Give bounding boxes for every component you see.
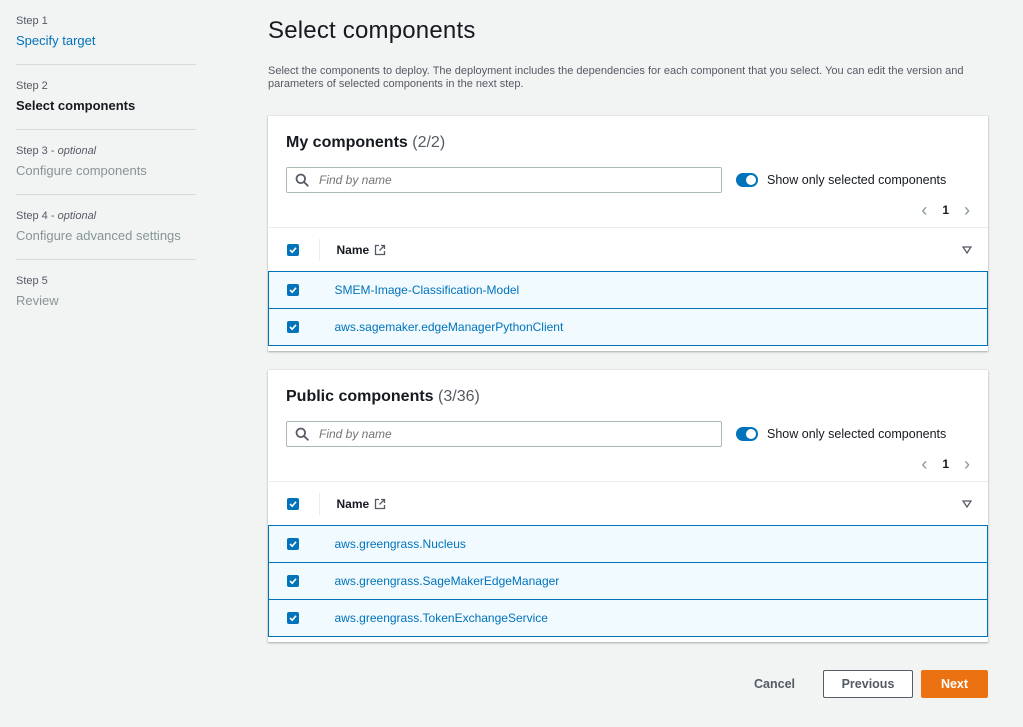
public-components-toggle[interactable]: Show only selected components xyxy=(736,427,946,441)
my-components-title: My components (2/2) xyxy=(286,134,446,151)
select-all-checkbox-cell xyxy=(269,482,319,526)
my-components-count: (2/2) xyxy=(412,134,446,151)
step-3-title: Configure components xyxy=(16,163,147,178)
sort-descending-icon[interactable] xyxy=(961,245,972,254)
cancel-button[interactable]: Cancel xyxy=(754,677,795,691)
public-components-search-input[interactable] xyxy=(319,427,699,441)
my-components-panel: My components (2/2) Show only selected c… xyxy=(268,116,988,351)
step-2-label: Step 2 xyxy=(16,80,48,92)
page-title: Select components xyxy=(268,17,476,44)
toggle-label: Show only selected components xyxy=(767,173,947,187)
sort-descending-icon[interactable] xyxy=(961,499,972,508)
step-1: Step 1 Specify target xyxy=(16,14,196,65)
component-link[interactable]: aws.greengrass.SageMakerEdgeManager xyxy=(318,562,988,600)
step-5: Step 5 Review xyxy=(16,274,196,324)
wizard-footer: Cancel Previous Next xyxy=(268,670,988,698)
chevron-left-icon[interactable]: ‹ xyxy=(921,455,927,473)
search-icon xyxy=(295,427,309,441)
page-number[interactable]: 1 xyxy=(942,457,949,471)
table-row[interactable]: aws.greengrass.Nucleus xyxy=(268,525,988,563)
row-checkbox[interactable] xyxy=(287,283,299,296)
step-1-link[interactable]: Specify target xyxy=(16,32,196,50)
component-link[interactable]: SMEM-Image-Classification-Model xyxy=(318,271,988,309)
my-components-pagination: ‹ 1 › xyxy=(268,198,988,222)
toggle-switch[interactable] xyxy=(736,427,758,441)
table-row[interactable]: aws.greengrass.TokenExchangeService xyxy=(268,599,988,637)
step-2-title: Select components xyxy=(16,98,136,113)
next-button[interactable]: Next xyxy=(921,670,988,698)
name-column-header[interactable]: Name xyxy=(318,228,988,272)
search-icon xyxy=(295,173,309,187)
component-link[interactable]: aws.greengrass.Nucleus xyxy=(318,525,988,563)
my-components-table: Name SMEM-Image-Classification-Model aws… xyxy=(268,227,988,346)
toggle-label: Show only selected components xyxy=(767,427,947,441)
public-components-table: Name aws.greengrass.Nucleus aws.greengra… xyxy=(268,481,988,637)
my-components-toggle[interactable]: Show only selected components xyxy=(736,173,946,187)
my-components-search[interactable] xyxy=(286,167,722,193)
chevron-left-icon[interactable]: ‹ xyxy=(921,201,927,219)
previous-button[interactable]: Previous xyxy=(823,670,913,698)
my-components-search-input[interactable] xyxy=(319,173,699,187)
table-row[interactable]: aws.greengrass.SageMakerEdgeManager xyxy=(268,562,988,600)
step-1-label: Step 1 xyxy=(16,15,48,27)
chevron-right-icon[interactable]: › xyxy=(964,455,970,473)
row-checkbox[interactable] xyxy=(287,537,299,550)
step-4-label: Step 4 - optional xyxy=(16,210,97,222)
row-checkbox[interactable] xyxy=(287,611,299,624)
page-description: Select the components to deploy. The dep… xyxy=(268,65,964,90)
public-components-panel: Public components (3/36) Show only selec… xyxy=(268,370,988,642)
external-link-icon xyxy=(375,498,386,509)
select-all-checkbox-cell xyxy=(269,228,319,272)
component-link[interactable]: aws.sagemaker.edgeManagerPythonClient xyxy=(318,308,988,346)
row-checkbox[interactable] xyxy=(287,574,299,587)
step-4: Step 4 - optional Configure advanced set… xyxy=(16,209,196,260)
name-column-header[interactable]: Name xyxy=(318,482,988,526)
public-components-search[interactable] xyxy=(286,421,722,447)
select-all-checkbox[interactable] xyxy=(286,244,299,257)
public-components-title: Public components (3/36) xyxy=(286,388,480,405)
main-content: Select components Select the components … xyxy=(268,0,988,642)
wizard-steps: Step 1 Specify target Step 2 Select comp… xyxy=(16,14,196,338)
page-number[interactable]: 1 xyxy=(942,203,949,217)
step-3: Step 3 - optional Configure components xyxy=(16,144,196,195)
chevron-right-icon[interactable]: › xyxy=(964,201,970,219)
component-link[interactable]: aws.greengrass.TokenExchangeService xyxy=(318,599,988,637)
external-link-icon xyxy=(375,244,386,255)
step-5-label: Step 5 xyxy=(16,275,48,287)
step-2: Step 2 Select components xyxy=(16,79,196,130)
table-row[interactable]: aws.sagemaker.edgeManagerPythonClient xyxy=(268,308,988,346)
step-5-title: Review xyxy=(16,293,59,308)
select-all-checkbox[interactable] xyxy=(286,498,299,511)
public-components-pagination: ‹ 1 › xyxy=(268,452,988,476)
row-checkbox[interactable] xyxy=(287,320,299,333)
step-3-label: Step 3 - optional xyxy=(16,145,97,157)
toggle-switch[interactable] xyxy=(736,173,758,187)
step-4-title: Configure advanced settings xyxy=(16,228,181,243)
public-components-count: (3/36) xyxy=(438,388,480,405)
table-row[interactable]: SMEM-Image-Classification-Model xyxy=(268,271,988,309)
